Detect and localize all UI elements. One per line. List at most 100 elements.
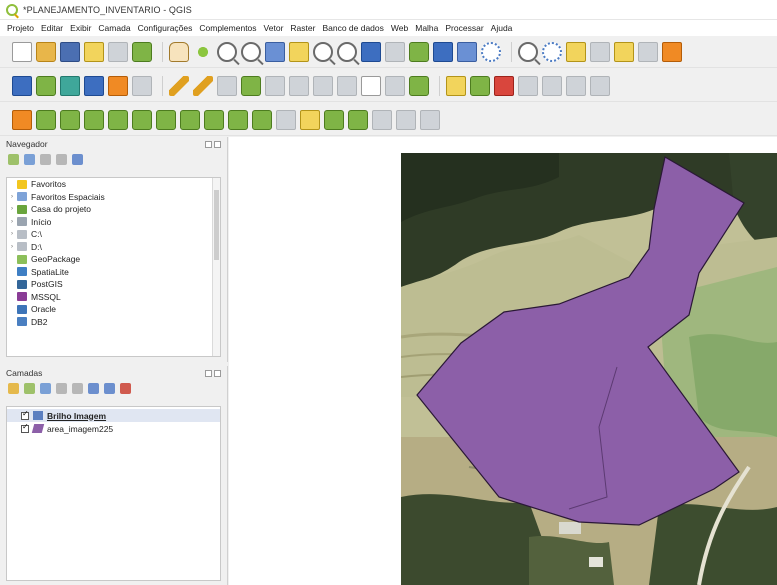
tree-item-db2[interactable]: DB2 — [7, 316, 220, 329]
tree-item-oracle[interactable]: Oracle — [7, 303, 220, 316]
label-change-icon[interactable] — [566, 75, 586, 96]
open-project-icon[interactable] — [36, 41, 56, 62]
menu-raster[interactable]: Raster — [290, 23, 315, 33]
refresh-icon[interactable] — [481, 41, 501, 62]
zoom-to-selection-icon[interactable] — [289, 41, 309, 62]
menu-processar[interactable]: Processar — [445, 23, 483, 33]
expand-arrow-icon[interactable]: › — [7, 231, 17, 237]
map-view[interactable] — [229, 137, 777, 585]
label-tool-icon[interactable] — [446, 75, 466, 96]
layer-visibility-checkbox[interactable] — [21, 409, 29, 420]
expand-all-icon[interactable] — [88, 382, 99, 394]
menu-vetor[interactable]: Vetor — [264, 23, 284, 33]
fill-ring-icon[interactable] — [156, 109, 176, 130]
menu-exibir[interactable]: Exibir — [70, 23, 91, 33]
enable-properties-icon[interactable] — [72, 153, 83, 165]
menu-complementos[interactable]: Complementos — [199, 23, 256, 33]
data-source-manager-icon[interactable] — [12, 75, 32, 96]
add-part-icon[interactable] — [132, 109, 152, 130]
menu-editar[interactable]: Editar — [41, 23, 63, 33]
tree-item-favoritos-espaciais[interactable]: › Favoritos Espaciais — [7, 191, 220, 204]
map-canvas[interactable] — [229, 137, 777, 585]
merge-features-icon[interactable] — [324, 109, 344, 130]
redo-icon[interactable] — [409, 75, 429, 96]
float-panel-icon[interactable] — [205, 369, 212, 377]
label-rotate-icon[interactable] — [542, 75, 562, 96]
identify-features-icon[interactable] — [518, 41, 538, 62]
close-panel-icon[interactable] — [214, 369, 221, 377]
new-geopackage-layer-icon[interactable] — [36, 75, 56, 96]
add-group-icon[interactable] — [24, 382, 35, 394]
reshape-features-icon[interactable] — [228, 109, 248, 130]
split-features-icon[interactable] — [276, 109, 296, 130]
open-layer-styling-icon[interactable] — [8, 382, 19, 394]
tree-item-mssql[interactable]: MSSQL — [7, 291, 220, 304]
save-layer-edits-icon[interactable] — [217, 75, 237, 96]
menu-web[interactable]: Web — [391, 23, 408, 33]
temporal-controller-icon[interactable] — [433, 41, 453, 62]
tree-item-postgis[interactable]: PostGIS — [7, 278, 220, 291]
new-temporary-layer-icon[interactable] — [108, 75, 128, 96]
field-calculator-icon[interactable] — [638, 41, 658, 62]
remove-layer-icon[interactable] — [120, 382, 131, 394]
offset-curve-icon[interactable] — [252, 109, 272, 130]
delete-ring-icon[interactable] — [180, 109, 200, 130]
style-manager-icon[interactable] — [132, 41, 152, 62]
tree-item-drive-d[interactable]: › D:\ — [7, 241, 220, 254]
paste-features-icon[interactable] — [361, 75, 381, 96]
delete-selected-icon[interactable] — [289, 75, 309, 96]
new-3d-view-icon[interactable] — [457, 41, 477, 62]
simplify-feature-icon[interactable] — [84, 109, 104, 130]
zoom-full-icon[interactable] — [265, 41, 285, 62]
merge-attributes-icon[interactable] — [348, 109, 368, 130]
zoom-last-icon[interactable] — [361, 41, 381, 62]
menu-malha[interactable]: Malha — [415, 23, 438, 33]
tree-item-inicio[interactable]: › Início — [7, 216, 220, 229]
copy-features-icon[interactable] — [337, 75, 357, 96]
add-ring-icon[interactable] — [108, 109, 128, 130]
select-features-icon[interactable] — [566, 41, 586, 62]
scrollbar-thumb[interactable] — [214, 190, 219, 260]
tree-item-casa-do-projeto[interactable]: › Casa do projeto — [7, 203, 220, 216]
offset-point-symbols-icon[interactable] — [396, 109, 416, 130]
save-project-icon[interactable] — [60, 41, 80, 62]
add-polygon-feature-icon[interactable] — [241, 75, 261, 96]
tree-item-favoritos[interactable]: Favoritos — [7, 178, 220, 191]
rotate-feature-icon[interactable] — [60, 109, 80, 130]
expand-arrow-icon[interactable]: › — [7, 219, 17, 225]
new-spatialite-layer-icon[interactable] — [84, 75, 104, 96]
current-edits-icon[interactable] — [169, 75, 189, 96]
navigator-scrollbar[interactable] — [212, 178, 220, 356]
menu-banco-de-dados[interactable]: Banco de dados — [322, 23, 383, 33]
menu-ajuda[interactable]: Ajuda — [491, 23, 513, 33]
zoom-out-icon[interactable] — [241, 41, 261, 62]
add-selected-layers-icon[interactable] — [8, 153, 19, 165]
pan-map-icon[interactable] — [169, 41, 189, 62]
tree-item-geopackage[interactable]: GeoPackage — [7, 253, 220, 266]
move-feature-icon[interactable] — [36, 109, 56, 130]
new-project-icon[interactable] — [12, 41, 32, 62]
split-parts-icon[interactable] — [300, 109, 320, 130]
menu-configuracoes[interactable]: Configurações — [138, 23, 193, 33]
label-move-icon[interactable] — [518, 75, 538, 96]
float-panel-icon[interactable] — [205, 140, 212, 148]
rotate-point-symbols-icon[interactable] — [372, 109, 392, 130]
new-print-layout-icon[interactable] — [84, 41, 104, 62]
zoom-native-icon[interactable] — [337, 41, 357, 62]
layout-manager-icon[interactable] — [108, 41, 128, 62]
label-highlight-icon[interactable] — [494, 75, 514, 96]
expand-arrow-icon[interactable]: › — [7, 194, 17, 200]
filter-legend-icon[interactable] — [56, 382, 67, 394]
menu-camada[interactable]: Camada — [98, 23, 130, 33]
refresh-icon[interactable] — [24, 153, 35, 165]
filter-browser-icon[interactable] — [40, 153, 51, 165]
tree-item-drive-c[interactable]: › C:\ — [7, 228, 220, 241]
tree-item-spatialite[interactable]: SpatiaLite — [7, 266, 220, 279]
new-shapefile-layer-icon[interactable] — [60, 75, 80, 96]
layer-item-brilho-imagem[interactable]: Brilho Imagem — [7, 409, 220, 422]
cut-features-icon[interactable] — [313, 75, 333, 96]
deselect-features-icon[interactable] — [590, 41, 610, 62]
collapse-all-icon[interactable] — [56, 153, 67, 165]
attribute-table-icon[interactable] — [614, 41, 634, 62]
menu-projeto[interactable]: Projeto — [7, 23, 34, 33]
